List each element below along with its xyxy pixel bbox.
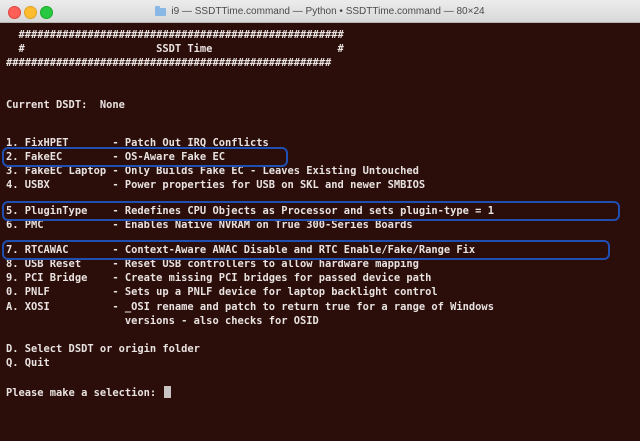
menu-item-select-dsdt: D. Select DSDT or origin folder — [6, 343, 200, 355]
banner-hash-top: ########################################… — [6, 29, 344, 41]
menu-item-usbx: 4. USBX - Power properties for USB on SK… — [6, 179, 426, 191]
menu-item-quit: Q. Quit — [6, 357, 50, 369]
terminal-output[interactable]: ########################################… — [2, 28, 636, 436]
selection-prompt[interactable]: Please make a selection: — [6, 386, 172, 400]
prompt-text: Please make a selection: — [6, 387, 163, 399]
banner-title: # SSDT Time # — [6, 43, 344, 55]
window-title: i9 — SSDTTime.command — Python • SSDTTim… — [0, 0, 640, 22]
highlight-outline-rtcawac — [2, 240, 610, 260]
current-dsdt-status: Current DSDT: None — [6, 99, 125, 111]
highlight-outline-plugintype — [2, 201, 620, 221]
menu-item-xosi: A. XOSI - _OSI rename and patch to retur… — [6, 301, 494, 313]
menu-item-pci-bridge: 9. PCI Bridge - Create missing PCI bridg… — [6, 272, 432, 284]
banner-hash-bottom: ########################################… — [6, 57, 332, 69]
text-cursor — [164, 386, 172, 398]
window-title-text: i9 — SSDTTime.command — Python • SSDTTim… — [171, 5, 485, 17]
highlight-outline-fakeec — [2, 147, 288, 167]
menu-item-xosi-continued: versions - also checks for OSID — [6, 315, 319, 327]
folder-icon — [155, 5, 167, 16]
title-bar[interactable]: i9 — SSDTTime.command — Python • SSDTTim… — [0, 0, 640, 23]
menu-item-pnlf: 0. PNLF - Sets up a PNLF device for lapt… — [6, 286, 438, 298]
terminal-window: i9 — SSDTTime.command — Python • SSDTTim… — [0, 0, 640, 441]
